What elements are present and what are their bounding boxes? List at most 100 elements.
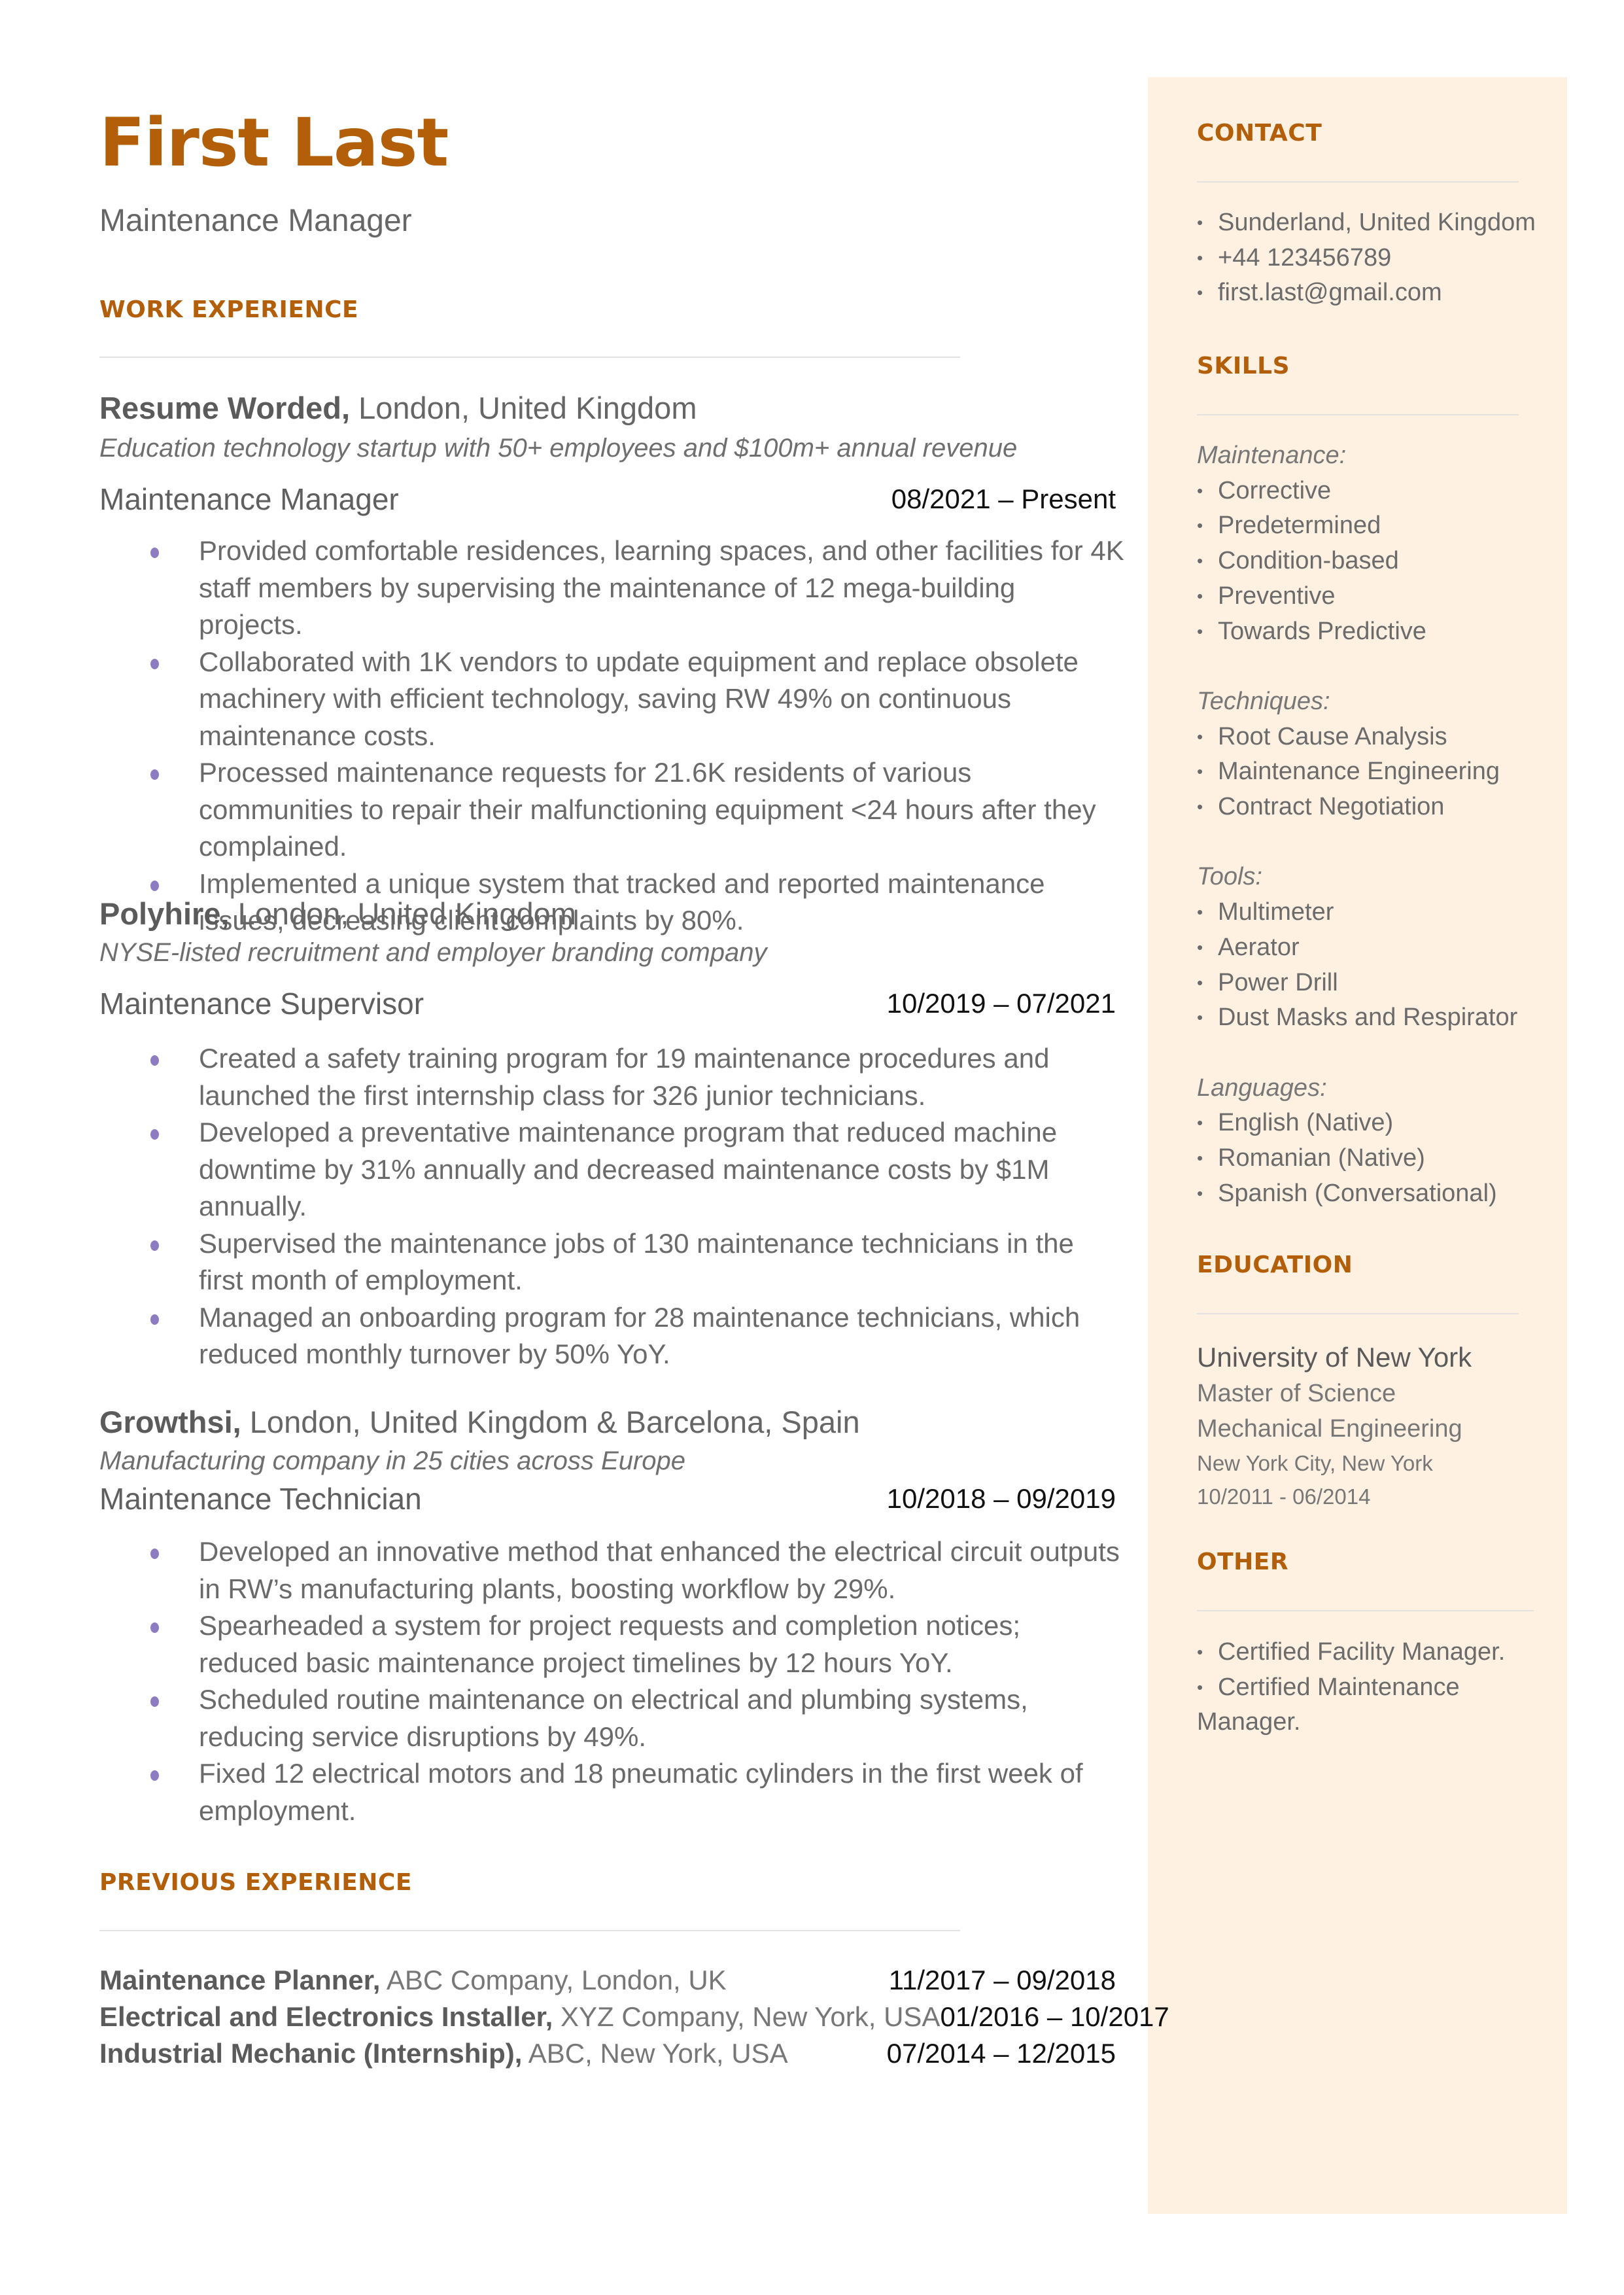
job-dates: 08/2021 – Present xyxy=(891,483,1116,514)
education-dates: 10/2011 - 06/2014 xyxy=(1197,1484,1371,1509)
previous-experience-divider xyxy=(99,1930,960,1931)
skill-group: English (Native) Romanian (Native) Spani… xyxy=(1197,1106,1517,1211)
bullet-item: Collaborated with 1K vendors to update e… xyxy=(150,644,1125,755)
job-role: Maintenance Technician xyxy=(99,1482,422,1516)
bullet-item: Created a safety training program for 19… xyxy=(150,1040,1125,1114)
education-entry: University of New York Master of Science… xyxy=(1197,1344,1472,1513)
bullet-item: Supervised the maintenance jobs of 130 m… xyxy=(150,1225,1125,1299)
job-location: London, United Kingdom xyxy=(350,391,697,425)
other-divider xyxy=(1197,1610,1534,1611)
skill-item: English (Native) xyxy=(1197,1106,1517,1141)
job-role: Maintenance Supervisor xyxy=(99,987,424,1021)
job-company-line: Resume Worded, London, United Kingdom xyxy=(99,393,697,423)
bullet-item: Fixed 12 electrical motors and 18 pneuma… xyxy=(150,1755,1125,1829)
skill-item: Maintenance Engineering xyxy=(1197,754,1517,790)
job-bullets: Developed an innovative method that enha… xyxy=(150,1533,1125,1829)
job-description: Manufacturing company in 25 cities acros… xyxy=(99,1446,686,1475)
skill-item: Corrective xyxy=(1197,474,1517,509)
skills-divider xyxy=(1197,414,1519,415)
previous-role-row: Maintenance Planner, ABC Company, London… xyxy=(99,1967,1116,1994)
previous-role-details: XYZ Company, New York, USA xyxy=(553,2001,941,2032)
skill-item: Multimeter xyxy=(1197,895,1517,930)
skill-item: Romanian (Native) xyxy=(1197,1141,1517,1176)
contact-phone[interactable]: +44 123456789 xyxy=(1197,241,1536,276)
job-location: London, United Kingdom xyxy=(229,896,576,931)
skill-item: Dust Masks and Respirator xyxy=(1197,1000,1517,1036)
bullet-item: Spearheaded a system for project request… xyxy=(150,1607,1125,1681)
job-bullets: Created a safety training program for 19… xyxy=(150,1040,1125,1373)
previous-role-row: Industrial Mechanic (Internship), ABC, N… xyxy=(99,2040,1116,2067)
skill-item: Aerator xyxy=(1197,930,1517,966)
bullet-item: Developed an innovative method that enha… xyxy=(150,1533,1125,1607)
other-item: Certified Maintenance xyxy=(1197,1670,1505,1706)
skill-category: Languages: xyxy=(1197,1074,1327,1102)
contact-heading: CONTACT xyxy=(1197,120,1322,147)
contact-divider xyxy=(1197,181,1519,183)
education-field: Mechanical Engineering xyxy=(1197,1414,1462,1443)
job-company: Polyhire, xyxy=(99,896,230,931)
skill-item: Predetermined xyxy=(1197,508,1517,544)
education-school: University of New York xyxy=(1197,1342,1472,1373)
contact-list: Sunderland, United Kingdom +44 123456789… xyxy=(1197,205,1536,311)
previous-role-row: Electrical and Electronics Installer, XY… xyxy=(99,2003,1169,2031)
skill-item: Condition-based xyxy=(1197,544,1517,579)
education-divider xyxy=(1197,1313,1519,1314)
contact-location: Sunderland, United Kingdom xyxy=(1197,205,1536,241)
other-heading: OTHER xyxy=(1197,1549,1289,1575)
job-location: London, United Kingdom & Barcelona, Spai… xyxy=(241,1405,860,1439)
job-dates: 10/2018 – 09/2019 xyxy=(886,1483,1116,1514)
job-company-line: Growthsi, London, United Kingdom & Barce… xyxy=(99,1407,860,1437)
previous-role-title: Industrial Mechanic (Internship), xyxy=(99,2038,523,2069)
candidate-title: Maintenance Manager xyxy=(99,203,412,238)
job-company-line: Polyhire, London, United Kingdom xyxy=(99,898,576,929)
work-experience-heading: WORK EXPERIENCE xyxy=(99,296,359,323)
other-items: Certified Facility Manager. Certified Ma… xyxy=(1197,1635,1505,1705)
skill-group: Multimeter Aerator Power Drill Dust Mask… xyxy=(1197,895,1517,1036)
skill-category: Tools: xyxy=(1197,863,1262,891)
job-description: Education technology startup with 50+ em… xyxy=(99,434,1018,463)
previous-role-dates: 01/2016 – 10/2017 xyxy=(940,2001,1169,2032)
bullet-item: Processed maintenance requests for 21.6K… xyxy=(150,754,1125,866)
contact-email[interactable]: first.last@gmail.com xyxy=(1197,275,1536,311)
skill-category: Techniques: xyxy=(1197,687,1330,715)
previous-role-details: ABC Company, London, UK xyxy=(380,1965,727,1995)
previous-role: Industrial Mechanic (Internship), ABC, N… xyxy=(99,2040,788,2067)
job-company: Resume Worded, xyxy=(99,391,351,425)
previous-experience-heading: PREVIOUS EXPERIENCE xyxy=(99,1869,412,1896)
education-heading: EDUCATION xyxy=(1197,1252,1353,1278)
job-bullets: Provided comfortable residences, learnin… xyxy=(150,533,1125,939)
skill-item: Contract Negotiation xyxy=(1197,790,1517,825)
other-list: Certified Facility Manager. Certified Ma… xyxy=(1197,1635,1505,1740)
candidate-name: First Last xyxy=(99,104,449,182)
skill-item: Power Drill xyxy=(1197,966,1517,1001)
previous-role-title: Electrical and Electronics Installer, xyxy=(99,2001,553,2032)
other-item: Certified Facility Manager. xyxy=(1197,1635,1505,1670)
bullet-item: Provided comfortable residences, learnin… xyxy=(150,533,1125,644)
skill-category: Maintenance: xyxy=(1197,442,1347,469)
bullet-item: Scheduled routine maintenance on electri… xyxy=(150,1681,1125,1755)
skill-item: Spanish (Conversational) xyxy=(1197,1176,1517,1212)
skills-heading: SKILLS xyxy=(1197,353,1290,379)
skill-item: Preventive xyxy=(1197,579,1517,614)
skill-group: Root Cause Analysis Maintenance Engineer… xyxy=(1197,720,1517,825)
previous-role: Electrical and Electronics Installer, XY… xyxy=(99,2003,940,2031)
skill-item: Towards Predictive xyxy=(1197,614,1517,650)
job-dates: 10/2019 – 07/2021 xyxy=(886,988,1116,1019)
previous-role: Maintenance Planner, ABC Company, London… xyxy=(99,1967,727,1994)
previous-role-dates: 07/2014 – 12/2015 xyxy=(886,2038,1116,2069)
job-company: Growthsi, xyxy=(99,1405,241,1439)
bullet-item: Managed an onboarding program for 28 mai… xyxy=(150,1299,1125,1373)
job-description: NYSE-listed recruitment and employer bra… xyxy=(99,938,767,967)
work-experience-divider xyxy=(99,357,960,358)
education-degree: Master of Science xyxy=(1197,1380,1396,1407)
education-location: New York City, New York xyxy=(1197,1451,1433,1476)
skills-list: Maintenance: Corrective Predetermined Co… xyxy=(1197,438,1517,1211)
bullet-item: Developed a preventative maintenance pro… xyxy=(150,1114,1125,1225)
skill-group: Corrective Predetermined Condition-based… xyxy=(1197,474,1517,650)
previous-role-dates: 11/2017 – 09/2018 xyxy=(888,1965,1116,1995)
other-item-continuation: Manager. xyxy=(1197,1708,1301,1736)
skill-item: Root Cause Analysis xyxy=(1197,720,1517,755)
previous-role-title: Maintenance Planner, xyxy=(99,1965,381,1995)
job-role: Maintenance Manager xyxy=(99,482,399,516)
previous-role-details: ABC, New York, USA xyxy=(522,2038,788,2069)
